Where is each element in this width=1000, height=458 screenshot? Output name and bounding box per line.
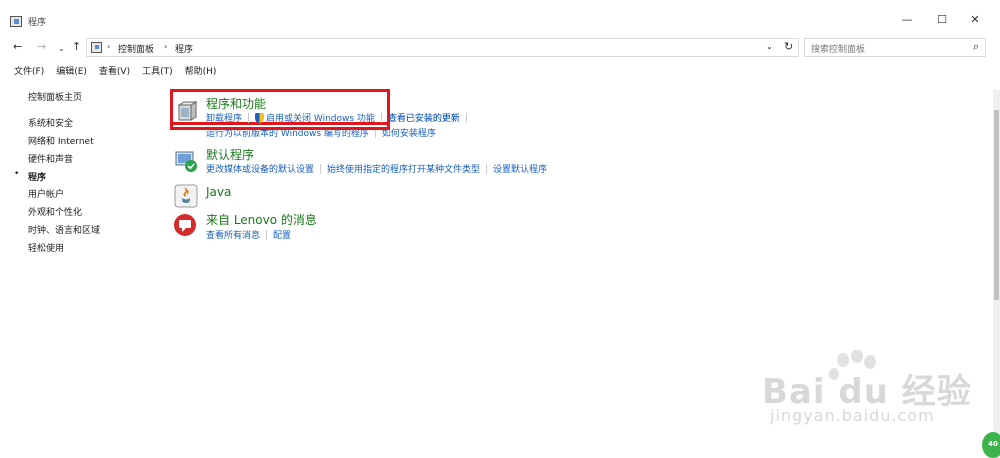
sidebar-item-ease-of-access[interactable]: 轻松使用 [28, 241, 64, 254]
lenovo-messages-links: 查看所有消息 配置 [206, 228, 291, 241]
menu-file[interactable]: 文件(F) [14, 64, 44, 80]
java-title[interactable]: Java [206, 185, 231, 199]
link-separator [320, 163, 322, 174]
sidebar-item-programs[interactable]: 程序 [28, 170, 46, 183]
breadcrumb-separator[interactable]: › [107, 42, 110, 51]
link-separator [486, 163, 488, 174]
back-arrow-icon[interactable]: ← [13, 40, 22, 54]
sidebar-item-clock-language[interactable]: 时钟、语言和区域 [28, 223, 100, 236]
set-default-programs-link[interactable]: 设置默认程序 [493, 162, 547, 175]
menu-help[interactable]: 帮助(H) [185, 64, 217, 80]
java-icon [174, 184, 198, 208]
breadcrumb-programs[interactable]: 程序 [175, 42, 193, 55]
default-programs-links: 更改媒体或设备的默认设置 始终使用指定的程序打开某种文件类型 设置默认程序 [206, 162, 547, 175]
default-programs-title[interactable]: 默认程序 [206, 146, 254, 163]
view-all-messages-link[interactable]: 查看所有消息 [206, 228, 260, 241]
red-highlight-frame [170, 89, 390, 130]
watermark-url: jingyan.baidu.com [770, 406, 935, 425]
menu-edit[interactable]: 编辑(E) [56, 64, 87, 80]
chevron-down-icon[interactable]: ⌄ [766, 42, 773, 51]
link-separator [266, 229, 268, 240]
breadcrumb-control-panel[interactable]: 控制面板 [118, 42, 154, 55]
sidebar-item-system-security[interactable]: 系统和安全 [28, 116, 73, 129]
installed-updates-link[interactable]: 查看已安装的更新 [388, 111, 460, 124]
breadcrumb-separator[interactable]: › [164, 42, 167, 51]
configure-link[interactable]: 配置 [273, 228, 291, 241]
refresh-icon[interactable]: ↻ [784, 40, 793, 53]
lenovo-messages-title[interactable]: 来自 Lenovo 的消息 [206, 211, 317, 228]
navigation-row: ← → ⌄ ↑ › 控制面板 › 程序 ⌄ ↻ 搜索控制面板 ⌕ [0, 36, 1000, 60]
minimize-button[interactable]: — [892, 10, 922, 30]
sidebar-item-home[interactable]: 控制面板主页 [28, 90, 82, 103]
control-panel-icon [91, 42, 102, 53]
recent-locations-icon[interactable]: ⌄ [58, 42, 65, 56]
forward-arrow-icon[interactable]: → [37, 40, 46, 54]
file-type-association-link[interactable]: 始终使用指定的程序打开某种文件类型 [327, 162, 480, 175]
address-bar[interactable]: › 控制面板 › 程序 ⌄ ↻ [86, 38, 799, 57]
search-placeholder: 搜索控制面板 [811, 45, 866, 55]
close-button[interactable]: ✕ [960, 10, 990, 30]
title-bar: 程序 — ☐ ✕ [0, 0, 1000, 30]
sidebar-item-hardware-sound[interactable]: 硬件和声音 [28, 152, 73, 165]
how-to-install-link[interactable]: 如何安装程序 [382, 126, 436, 139]
link-separator [465, 112, 467, 123]
scrollbar-thumb[interactable] [994, 110, 999, 300]
menu-view[interactable]: 查看(V) [99, 64, 130, 80]
active-bullet: • [14, 169, 20, 179]
window-title: 程序 [28, 18, 47, 28]
search-icon[interactable]: ⌕ [973, 40, 979, 54]
menu-tools[interactable]: 工具(T) [142, 64, 173, 80]
sidebar-item-user-accounts[interactable]: 用户帐户 [28, 187, 64, 200]
search-input[interactable]: 搜索控制面板 ⌕ [804, 38, 986, 57]
control-panel-icon [10, 16, 22, 27]
sidebar-item-network[interactable]: 网络和 Internet [28, 134, 94, 147]
default-programs-icon [175, 151, 197, 172]
maximize-button[interactable]: ☐ [927, 10, 957, 30]
up-arrow-icon[interactable]: ↑ [72, 40, 81, 54]
lenovo-message-icon [174, 214, 196, 236]
sidebar-item-appearance[interactable]: 外观和个性化 [28, 205, 82, 218]
media-defaults-link[interactable]: 更改媒体或设备的默认设置 [206, 162, 314, 175]
menu-bar: 文件(F) 编辑(E) 查看(V) 工具(T) 帮助(H) [8, 64, 228, 80]
badge-icon: 40 [982, 432, 1000, 458]
